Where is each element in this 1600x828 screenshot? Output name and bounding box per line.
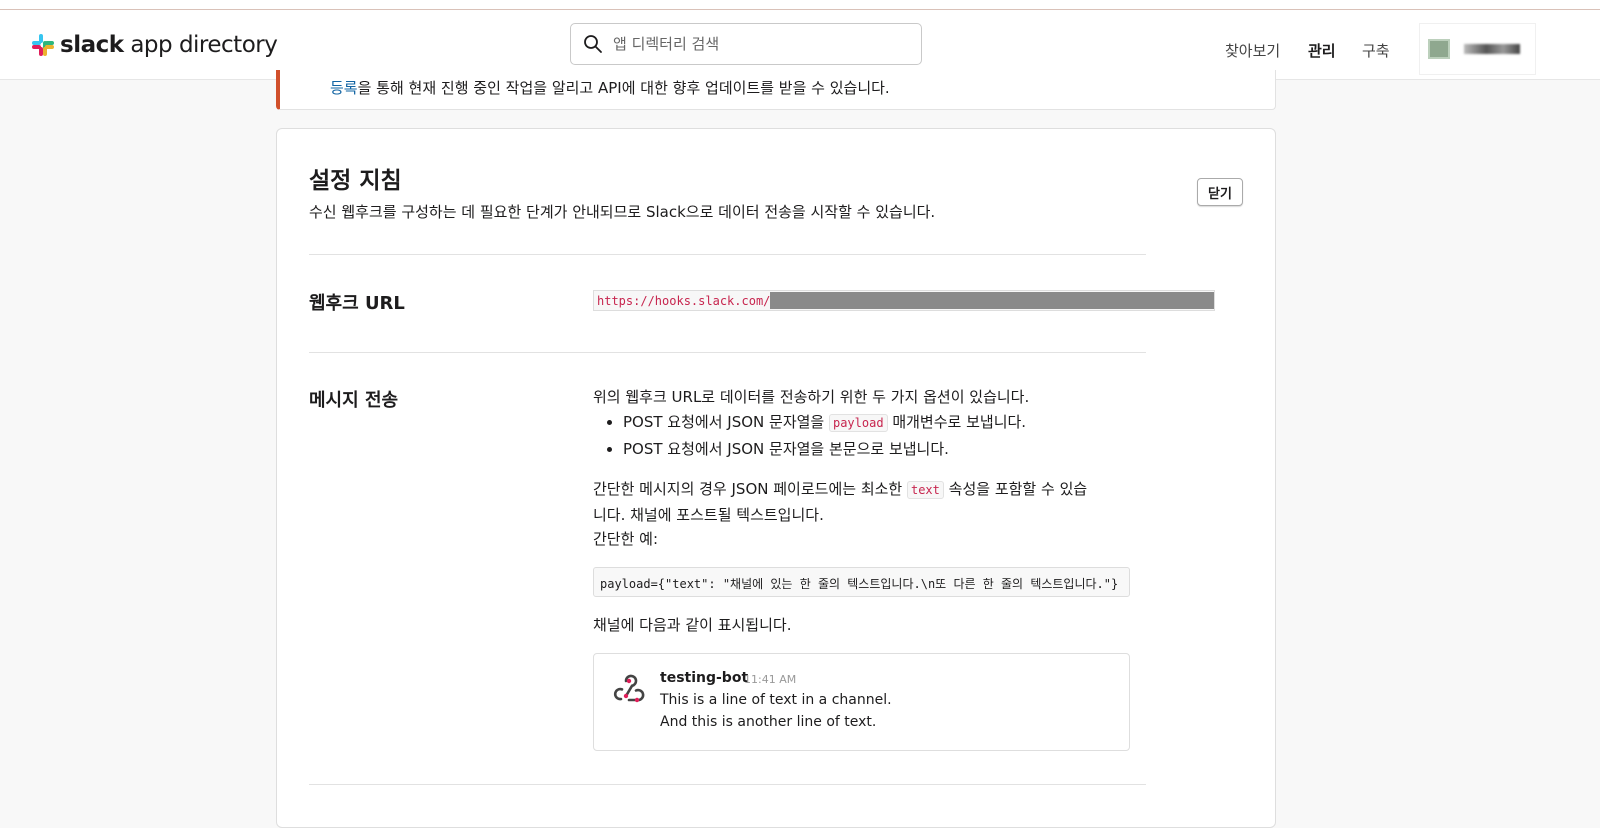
webhook-url-value: https://hooks.slack.com/ — [597, 293, 771, 308]
setup-card: 설정 지침 수신 웹후크를 구성하는 데 필요한 단계가 안내되므로 Slack… — [276, 128, 1276, 828]
divider — [309, 352, 1146, 353]
message-time: 11:41 AM — [744, 673, 797, 686]
notice-banner: 등록을 통해 현재 진행 중인 작업을 알리고 API에 대한 향후 업데이트를… — [276, 70, 1276, 110]
search-input[interactable] — [611, 34, 905, 54]
simple-message-text: 간단한 메시지의 경우 JSON 페이로드에는 최소한 text 속성을 포함할… — [593, 477, 1087, 503]
browser-top-line — [0, 0, 1600, 10]
nav-manage[interactable]: 관리 — [1308, 40, 1336, 61]
list-item: POST 요청에서 JSON 문자열을 payload 매개변수로 보냅니다. — [623, 409, 1026, 436]
setup-subtitle: 수신 웹후크를 구성하는 데 필요한 단계가 안내되므로 Slack으로 데이터… — [309, 203, 936, 221]
bullet1-post: 매개변수로 보냅니다. — [887, 413, 1027, 431]
workspace-avatar — [1428, 39, 1450, 59]
payload-code: payload — [828, 414, 888, 432]
slack-app-directory-logo[interactable]: slack app directory — [32, 32, 278, 58]
bullet1-pre: POST 요청에서 JSON 문자열을 — [623, 413, 829, 431]
search-box[interactable] — [570, 23, 922, 65]
webhook-icon — [613, 674, 645, 703]
send-options-list: POST 요청에서 JSON 문자열을 payload 매개변수로 보냅니다. … — [593, 409, 1026, 462]
webhook-url-field[interactable]: https://hooks.slack.com/ — [593, 290, 1215, 311]
message-line-2: And this is another line of text. — [660, 714, 877, 730]
code-example[interactable]: payload={"text": "채널에 있는 한 줄의 텍스트입니다.\n또… — [593, 567, 1130, 597]
search-icon — [584, 35, 602, 53]
nav-browse[interactable]: 찾아보기 — [1225, 40, 1280, 61]
message-preview: testing-bot 11:41 AM This is a line of t… — [593, 653, 1130, 751]
divider — [309, 254, 1146, 255]
logo-rest: app directory — [123, 32, 278, 58]
register-link[interactable]: 등록 — [330, 79, 358, 97]
slack-logo-icon — [32, 34, 54, 56]
simple-post: 속성을 포함할 수 있습 — [943, 480, 1088, 498]
notice-text: 등록을 통해 현재 진행 중인 작업을 알리고 API에 대한 향후 업데이트를… — [330, 77, 890, 98]
nav-build[interactable]: 구축 — [1362, 40, 1390, 61]
simple-message-text-line2: 니다. 채널에 포스트될 텍스트입니다. — [593, 506, 824, 524]
logo-bold: slack — [60, 32, 124, 58]
send-intro-text: 위의 웹후크 URL로 데이터를 전송하기 위한 두 가지 옵션이 있습니다. — [593, 388, 1030, 406]
simple-pre: 간단한 메시지의 경우 JSON 페이로드에는 최소한 — [593, 480, 907, 498]
bot-name: testing-bot — [660, 670, 749, 686]
notice-body: 을 통해 현재 진행 중인 작업을 알리고 API에 대한 향후 업데이트를 받… — [357, 79, 890, 97]
text-code: text — [906, 481, 944, 499]
example-label: 간단한 예: — [593, 530, 659, 548]
message-line-1: This is a line of text in a channel. — [660, 692, 892, 708]
divider — [309, 784, 1146, 785]
setup-title: 설정 지침 — [309, 168, 402, 194]
redacted-url-token — [770, 292, 1214, 309]
webhook-url-label: 웹후크 URL — [309, 293, 405, 314]
bullet2-text: POST 요청에서 JSON 문자열을 본문으로 보냅니다. — [623, 440, 949, 458]
close-button[interactable]: 닫기 — [1197, 178, 1243, 206]
display-label: 채널에 다음과 같이 표시됩니다. — [593, 616, 792, 634]
list-item: POST 요청에서 JSON 문자열을 본문으로 보냅니다. — [623, 436, 1026, 462]
workspace-menu[interactable] — [1420, 24, 1535, 74]
send-message-label: 메시지 전송 — [309, 390, 399, 411]
redacted-workspace-name — [1464, 44, 1520, 54]
logo-text: slack app directory — [60, 32, 278, 58]
